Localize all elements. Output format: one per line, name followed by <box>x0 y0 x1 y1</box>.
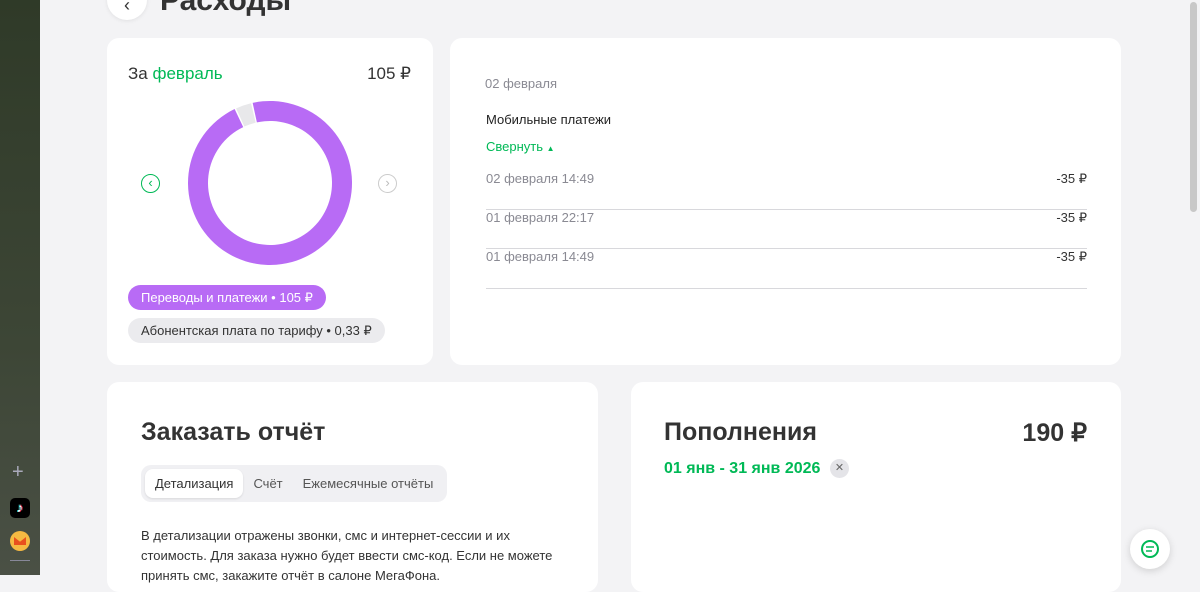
topups-total: 190 ₽ <box>1022 419 1087 447</box>
details-date: 02 февраля <box>485 76 557 91</box>
table-row: 02 февраля 14:49 -35 ₽ <box>486 171 1087 210</box>
expenses-card: За февраль 105 ₽ ‹ › Переводы и платежи … <box>107 38 433 365</box>
row-time: 02 февраля 14:49 <box>486 171 595 186</box>
tab-monthly-reports[interactable]: Ежемесячные отчёты <box>293 469 444 498</box>
row-time: 01 февраля 22:17 <box>486 210 595 225</box>
chat-icon <box>1141 540 1159 558</box>
legend-transfers[interactable]: Переводы и платежи • 105 ₽ <box>128 285 326 310</box>
report-title: Заказать отчёт <box>141 418 326 446</box>
browser-sidebar: + ♪ <box>0 0 40 575</box>
tab-bill[interactable]: Счёт <box>243 469 292 498</box>
report-tabs: Детализация Счёт Ежемесячные отчёты <box>141 465 448 502</box>
collapse-button[interactable]: Свернуть ▲ <box>486 139 555 154</box>
divider <box>10 560 30 561</box>
details-card: 02 февраля Мобильные платежи Свернуть ▲ … <box>450 38 1121 365</box>
table-row: 01 февраля 22:17 -35 ₽ <box>486 210 1087 249</box>
tiktok-icon[interactable]: ♪ <box>10 498 30 518</box>
clear-period-button[interactable]: ✕ <box>830 459 849 478</box>
report-description: В детализации отражены звонки, смс и инт… <box>141 528 553 583</box>
tab-detalization[interactable]: Детализация <box>145 469 244 498</box>
prev-month-button[interactable]: ‹ <box>141 174 160 193</box>
scrollbar[interactable] <box>1190 0 1197 575</box>
topups-title: Пополнения <box>664 418 817 446</box>
prefix: За <box>128 64 148 83</box>
back-button[interactable]: ‹ <box>107 0 147 20</box>
page-title: Расходы <box>160 0 292 17</box>
collapse-label: Свернуть <box>486 139 544 154</box>
chat-button[interactable] <box>1130 529 1170 569</box>
month-selector[interactable]: февраль <box>152 64 222 83</box>
report-card: Заказать отчёт Детализация Счёт Ежемесяч… <box>107 382 598 592</box>
mail-icon[interactable] <box>10 531 30 551</box>
legend-subscription[interactable]: Абонентская плата по тарифу • 0,33 ₽ <box>128 318 385 343</box>
row-time: 01 февраля 14:49 <box>486 249 595 264</box>
expenses-total: 105 ₽ <box>367 64 411 83</box>
topups-period[interactable]: 01 янв - 31 янв 2026 <box>664 460 820 478</box>
donut-chart <box>188 101 352 265</box>
table-row: 01 февраля 14:49 -35 ₽ <box>486 249 1087 289</box>
caret-up-icon: ▲ <box>546 144 555 153</box>
row-amount: -35 ₽ <box>1056 171 1087 186</box>
next-month-button[interactable]: › <box>378 174 397 193</box>
details-category: Мобильные платежи <box>486 112 612 127</box>
topups-card: Пополнения 190 ₽ 01 янв - 31 янв 2026 ✕ <box>631 382 1121 592</box>
row-amount: -35 ₽ <box>1056 249 1087 264</box>
period-label: За февраль <box>128 64 223 84</box>
scrollbar-thumb[interactable] <box>1190 2 1197 212</box>
row-amount: -35 ₽ <box>1056 210 1087 225</box>
donut-slice[interactable] <box>188 101 352 265</box>
add-icon[interactable]: + <box>12 462 24 482</box>
